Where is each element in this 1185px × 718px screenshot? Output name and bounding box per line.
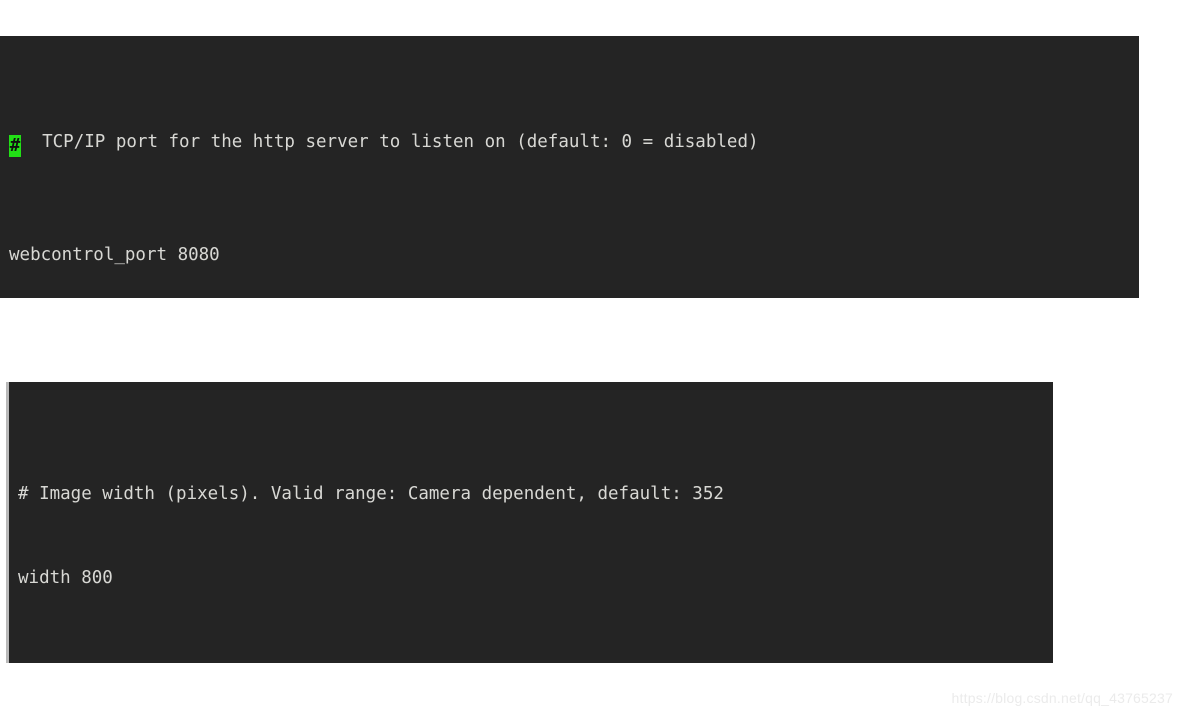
code-line: # Image width (pixels). Valid range: Cam…	[18, 484, 724, 504]
watermark: https://blog.csdn.net/qq_43765237	[951, 690, 1173, 706]
code-line-remainder: TCP/IP port for the http server to liste…	[31, 132, 759, 152]
terminal-pane-webcontrol-settings[interactable]: # TCP/IP port for the http server to lis…	[0, 36, 1139, 298]
code-line: width 800	[18, 568, 113, 588]
terminal-pane-image-size-settings[interactable]: # Image width (pixels). Valid range: Cam…	[6, 382, 1053, 663]
code-line: # TCP/IP port for the http server to lis…	[9, 128, 1139, 157]
text-cursor-block[interactable]: #	[9, 135, 21, 157]
code-line: webcontrol_port 8080	[9, 245, 220, 265]
